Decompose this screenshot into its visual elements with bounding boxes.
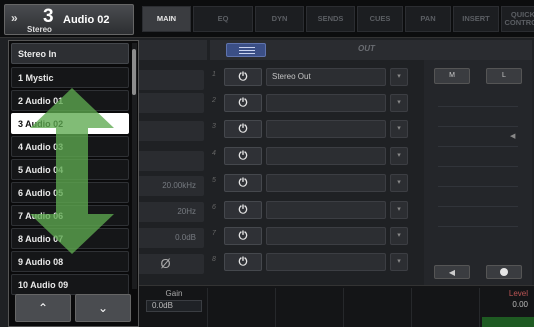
power-icon[interactable]: ⏻ (224, 120, 262, 138)
scroll-down-button[interactable]: ⌄ (75, 294, 131, 322)
chevron-down-icon[interactable]: ▾ (390, 94, 408, 112)
tab-insert[interactable]: INSERT (453, 6, 499, 32)
param-1[interactable] (135, 70, 204, 90)
listen-button[interactable]: L (486, 68, 522, 84)
channel-format: Stereo (27, 25, 52, 34)
list-item[interactable]: 10 Audio 09 (11, 274, 129, 295)
left-header (135, 40, 207, 60)
power-icon[interactable]: ⏻ (224, 201, 262, 219)
level-label: Level (508, 289, 528, 298)
power-icon[interactable]: ⏻ (224, 227, 262, 245)
scroll-up-button[interactable]: ⌃ (15, 294, 71, 322)
power-icon[interactable]: ⏻ (224, 147, 262, 165)
insert-row: 3 ⏻ ▾ (210, 118, 410, 140)
insert-row: 6 ⏻ ▾ (210, 199, 410, 221)
list-item-selected[interactable]: 3 Audio 02 (11, 113, 129, 134)
insert-row: 2 ⏻ ▾ (210, 92, 410, 114)
list-item[interactable]: 5 Audio 04 (11, 159, 129, 180)
insert-slot[interactable] (266, 147, 386, 165)
menu-button[interactable] (226, 43, 266, 57)
scrollbar-thumb[interactable] (132, 49, 136, 95)
tab-quick-control[interactable]: QUICK CONTROL (501, 6, 534, 32)
record-button[interactable] (486, 265, 522, 279)
channel-name: Audio 02 (63, 14, 110, 26)
gain-label: Gain (165, 289, 183, 298)
chevron-down-icon[interactable]: ▾ (390, 253, 408, 271)
list-item[interactable]: 6 Audio 05 (11, 182, 129, 203)
list-item[interactable]: 7 Audio 06 (11, 205, 129, 226)
channel-list-popup: Stereo In 1 Mystic 2 Audio 01 3 Audio 02… (8, 40, 139, 327)
phase-button[interactable]: Ø (135, 254, 204, 274)
param-4[interactable] (135, 151, 204, 171)
power-icon[interactable]: ⏻ (224, 174, 262, 192)
meter-panel: M L ◀ ◀ (424, 60, 532, 285)
chevron-down-icon[interactable]: ▾ (390, 147, 408, 165)
gain-value[interactable]: 0.0dB (146, 300, 202, 312)
insert-row: 7 ⏻ ▾ (210, 225, 410, 247)
top-bar: » 3 Stereo Audio 02 MAIN EQ DYN SENDS CU… (0, 0, 534, 38)
tab-eq[interactable]: EQ (193, 6, 253, 32)
insert-slot[interactable] (266, 174, 386, 192)
param-3[interactable] (135, 121, 204, 141)
power-icon[interactable]: ⏻ (224, 94, 262, 112)
forward-icon: » (11, 11, 18, 25)
chevron-down-icon[interactable]: ▾ (390, 120, 408, 138)
section-tabs: MAIN EQ DYN SENDS CUES PAN INSERT QUICK … (142, 6, 534, 32)
insert-row: 4 ⏻ ▾ (210, 145, 410, 167)
chevron-down-icon[interactable]: ▾ (390, 174, 408, 192)
level-meter (482, 317, 534, 327)
list-item[interactable]: 1 Mystic (11, 67, 129, 88)
mixer-screen: » 3 Stereo Audio 02 MAIN EQ DYN SENDS CU… (0, 0, 534, 327)
pan-marker-icon: ◀ (510, 133, 516, 140)
insert-slot[interactable] (266, 201, 386, 219)
tab-cues[interactable]: CUES (357, 6, 403, 32)
input-gain-value[interactable]: 0.0dB (135, 228, 204, 248)
tab-main[interactable]: MAIN (142, 6, 191, 32)
bottom-strip: Gain 0.0dB Level 0.00 (138, 285, 534, 327)
tab-dyn[interactable]: DYN (255, 6, 304, 32)
insert-row: 5 ⏻ ▾ (210, 172, 410, 194)
chevron-down-icon[interactable]: ▾ (390, 201, 408, 219)
list-header: Stereo In (11, 43, 129, 64)
insert-slot[interactable]: Stereo Out (266, 68, 386, 86)
list-item[interactable]: 2 Audio 01 (11, 90, 129, 111)
tab-pan[interactable]: PAN (405, 6, 451, 32)
level-value[interactable]: 0.00 (490, 300, 534, 309)
chevron-down-icon[interactable]: ▾ (390, 227, 408, 245)
list-item[interactable]: 8 Audio 07 (11, 228, 129, 249)
insert-row: 1 ⏻ Stereo Out ▾ (210, 66, 410, 88)
out-label: OUT (358, 44, 375, 53)
monitor-button[interactable]: M (434, 68, 470, 84)
list-item[interactable]: 4 Audio 03 (11, 136, 129, 157)
insert-slot[interactable] (266, 120, 386, 138)
insert-slot[interactable] (266, 227, 386, 245)
list-item[interactable]: 9 Audio 08 (11, 251, 129, 272)
mute-icon[interactable]: ◀ (434, 265, 470, 279)
param-2[interactable] (135, 93, 204, 113)
record-icon (500, 268, 508, 276)
power-icon[interactable]: ⏻ (224, 68, 262, 86)
insert-slot[interactable] (266, 94, 386, 112)
insert-slot[interactable] (266, 253, 386, 271)
chevron-down-icon[interactable]: ▾ (390, 68, 408, 86)
high-cut-frequency[interactable]: 20.00kHz (135, 176, 204, 196)
tab-sends[interactable]: SENDS (306, 6, 355, 32)
insert-row: 8 ⏻ ▾ (210, 251, 410, 273)
low-cut-frequency[interactable]: 20Hz (135, 202, 204, 222)
channel-selector-button[interactable]: » 3 Stereo Audio 02 (4, 4, 134, 35)
power-icon[interactable]: ⏻ (224, 253, 262, 271)
